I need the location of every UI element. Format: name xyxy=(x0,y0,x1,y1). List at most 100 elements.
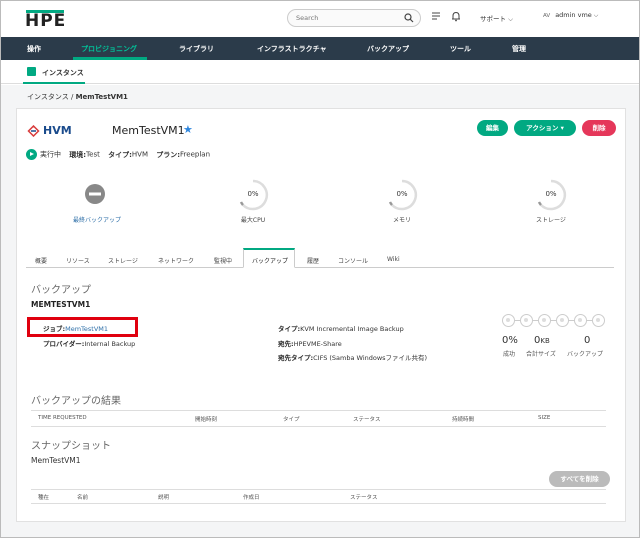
tab-storage[interactable]: ストレージ xyxy=(108,256,138,265)
edit-button[interactable]: 編集 xyxy=(477,120,508,136)
results-header-top-divider xyxy=(31,410,606,411)
actions-button[interactable]: アクション ▾ xyxy=(514,120,576,136)
chevron-down-icon: ⌵ xyxy=(508,15,514,23)
tab-network[interactable]: ネットワーク xyxy=(158,256,194,265)
instance-status-line: 実行中 環境:Test タイプ:HVM プラン:Freeplan xyxy=(26,149,210,160)
snap-col-description[interactable]: 説明 xyxy=(158,493,169,501)
support-menu[interactable]: サポート ⌵ xyxy=(480,13,513,24)
snap-col-1[interactable]: 種在 xyxy=(38,493,49,501)
nav-tools[interactable]: ツール xyxy=(450,44,471,54)
col-size[interactable]: SIZE xyxy=(538,415,550,421)
hvm-logo-icon xyxy=(27,125,40,137)
destination-label: 宛先: xyxy=(278,340,294,348)
plan-label: プラン: xyxy=(156,150,181,159)
bell-icon[interactable] xyxy=(451,11,461,22)
memory-value: 0% xyxy=(396,190,408,198)
last-backup-link[interactable]: 最終バックアップ xyxy=(57,215,137,224)
subnav-instances[interactable]: インスタンス xyxy=(42,68,84,78)
type-value: HVM xyxy=(131,150,148,159)
history-dot xyxy=(538,314,551,327)
tab-backups[interactable]: バックアップ xyxy=(243,248,295,268)
delete-all-snapshots-button[interactable]: すべてを削除 xyxy=(549,471,610,487)
history-dot xyxy=(520,314,533,327)
avatar: AV xyxy=(543,13,551,19)
provider-value: Internal Backup xyxy=(84,340,136,348)
nav-infrastructure[interactable]: インフラストラクチャ xyxy=(257,44,327,54)
storage-value: 0% xyxy=(545,190,557,198)
backup-history-dots xyxy=(502,314,606,328)
snap-col-name[interactable]: 名前 xyxy=(77,493,88,501)
col-time-requested[interactable]: TIME REQUESTED xyxy=(38,415,87,421)
col-status[interactable]: ステータス xyxy=(353,415,381,423)
cloud-type-label: HVM xyxy=(43,124,72,137)
memory-label: メモリ xyxy=(392,217,411,224)
nav-operations[interactable]: 操作 xyxy=(27,44,41,54)
tab-resources[interactable]: リソース xyxy=(66,256,90,265)
breadcrumb-instances[interactable]: インスタンス xyxy=(27,93,69,101)
success-rate-value: 0% xyxy=(502,335,518,346)
snap-col-status[interactable]: ステータス xyxy=(350,493,378,501)
backup-count-value: 0 xyxy=(584,335,591,346)
backup-destination: 宛先:HPEVME-Share xyxy=(278,338,342,348)
status-state: 実行中 xyxy=(40,150,61,159)
nav-backups[interactable]: バックアップ xyxy=(367,44,409,54)
breadcrumb: インスタンス / MemTestVM1 xyxy=(27,92,128,102)
instance-tabs: 概要 リソース ストレージ ネットワーク 監視中 履歴 コンソール Wiki xyxy=(26,251,614,268)
total-size-label: 合計サイズ xyxy=(526,351,556,358)
hpe-logo[interactable]: HPE xyxy=(25,11,66,31)
breadcrumb-current: MemTestVM1 xyxy=(75,93,128,101)
col-start-time[interactable]: 開始時刻 xyxy=(195,415,217,423)
cpu-label: 最大CPU xyxy=(240,217,266,224)
total-size-value: 0KB xyxy=(534,335,550,346)
tab-console[interactable]: コンソール xyxy=(338,256,368,265)
snapshots-title: スナップショット xyxy=(31,441,111,452)
history-dot xyxy=(502,314,515,327)
nav-administration[interactable]: 管理 xyxy=(512,44,526,54)
tab-monitoring[interactable]: 監視中 xyxy=(214,256,232,265)
snapshots-header-top-divider xyxy=(31,489,606,490)
instances-icon xyxy=(27,67,36,76)
list-icon[interactable] xyxy=(431,11,441,21)
history-dot xyxy=(574,314,587,327)
snapshots-header-divider xyxy=(31,503,606,504)
backup-type-label: タイプ: xyxy=(278,325,301,333)
backup-destination-type: 宛先タイプ:CIFS (Samba Windowsファイル共有) xyxy=(278,352,427,362)
main-nav: 操作 プロビジョニング ライブラリ インフラストラクチャ バックアップ ツール … xyxy=(1,37,639,60)
backup-type: タイプ:KVM Incremental Image Backup xyxy=(278,323,404,333)
env-value: Test xyxy=(86,150,100,159)
search-icon[interactable] xyxy=(404,13,414,23)
storage-gauge: 0% xyxy=(534,178,568,212)
no-backup-icon xyxy=(85,184,105,204)
delete-button[interactable]: 削除 xyxy=(582,120,616,136)
snap-col-created[interactable]: 作成日 xyxy=(243,493,260,501)
chevron-down-icon: ⌵ xyxy=(593,12,599,19)
favorite-star-icon[interactable]: ★ xyxy=(183,123,193,136)
sub-nav: インスタンス xyxy=(1,60,639,84)
search-box[interactable] xyxy=(287,9,421,27)
backup-provider: プロバイダー:Internal Backup xyxy=(43,338,135,348)
env-label: 環境: xyxy=(69,150,87,159)
highlight-box xyxy=(27,317,138,337)
nav-library[interactable]: ライブラリ xyxy=(179,44,214,54)
snapshot-instance-name: MemTestVM1 xyxy=(31,456,81,465)
tab-overview[interactable]: 概要 xyxy=(35,256,47,265)
results-header-divider xyxy=(31,426,606,427)
history-dot xyxy=(556,314,569,327)
col-duration[interactable]: 持続時間 xyxy=(452,415,474,423)
breadcrumb-separator: / xyxy=(70,93,74,101)
instance-name: MemTestVM1 xyxy=(112,124,185,137)
total-size-unit: KB xyxy=(540,337,550,345)
nav-provisioning[interactable]: プロビジョニング xyxy=(81,44,137,54)
memory-gauge: 0% xyxy=(385,178,419,212)
plan-value: Freeplan xyxy=(180,150,210,159)
destination-type-label: 宛先タイプ: xyxy=(278,354,314,362)
search-input[interactable] xyxy=(296,14,396,22)
tab-history[interactable]: 履歴 xyxy=(307,256,319,265)
tab-backups-label: バックアップ xyxy=(251,258,288,265)
user-menu[interactable]: AV admin vme ⌵ xyxy=(543,11,598,20)
backup-type-value: KVM Incremental Image Backup xyxy=(300,325,404,333)
tab-wiki[interactable]: Wiki xyxy=(387,256,400,263)
cpu-value: 0% xyxy=(247,190,259,198)
user-name: admin vme xyxy=(555,11,592,19)
col-type[interactable]: タイプ xyxy=(283,415,300,423)
